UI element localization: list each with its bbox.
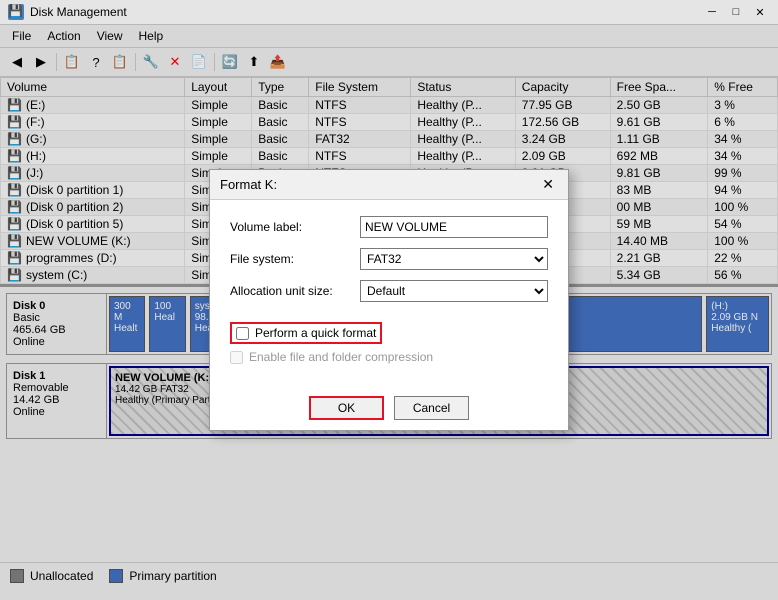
dialog-title: Format K: xyxy=(220,177,277,192)
dialog-body: Volume label: File system: FAT32 NTFS ex… xyxy=(210,200,568,386)
compression-checkbox[interactable] xyxy=(230,351,243,364)
quick-format-row: Perform a quick format xyxy=(230,322,548,344)
file-system-row: File system: FAT32 NTFS exFAT xyxy=(230,248,548,270)
dialog-titlebar: Format K: ✕ xyxy=(210,170,568,200)
file-system-text: File system: xyxy=(230,252,360,266)
volume-label-row: Volume label: xyxy=(230,216,548,238)
quick-format-label: Perform a quick format xyxy=(255,326,376,340)
quick-format-wrapper: Perform a quick format xyxy=(230,322,382,344)
dialog-close-button[interactable]: ✕ xyxy=(538,176,558,193)
dialog-overlay: Format K: ✕ Volume label: File system: F… xyxy=(0,0,778,600)
allocation-text: Allocation unit size: xyxy=(230,284,360,298)
allocation-select[interactable]: Default 512 1024 2048 4096 xyxy=(360,280,548,302)
quick-format-checkbox[interactable] xyxy=(236,327,249,340)
allocation-row: Allocation unit size: Default 512 1024 2… xyxy=(230,280,548,302)
volume-label-text: Volume label: xyxy=(230,220,360,234)
file-system-select[interactable]: FAT32 NTFS exFAT xyxy=(360,248,548,270)
cancel-button[interactable]: Cancel xyxy=(394,396,469,420)
dialog-footer: OK Cancel xyxy=(210,386,568,430)
ok-button[interactable]: OK xyxy=(309,396,384,420)
volume-label-input[interactable] xyxy=(360,216,548,238)
compression-row: Enable file and folder compression xyxy=(230,350,548,364)
format-dialog: Format K: ✕ Volume label: File system: F… xyxy=(209,169,569,431)
compression-label: Enable file and folder compression xyxy=(249,350,433,364)
